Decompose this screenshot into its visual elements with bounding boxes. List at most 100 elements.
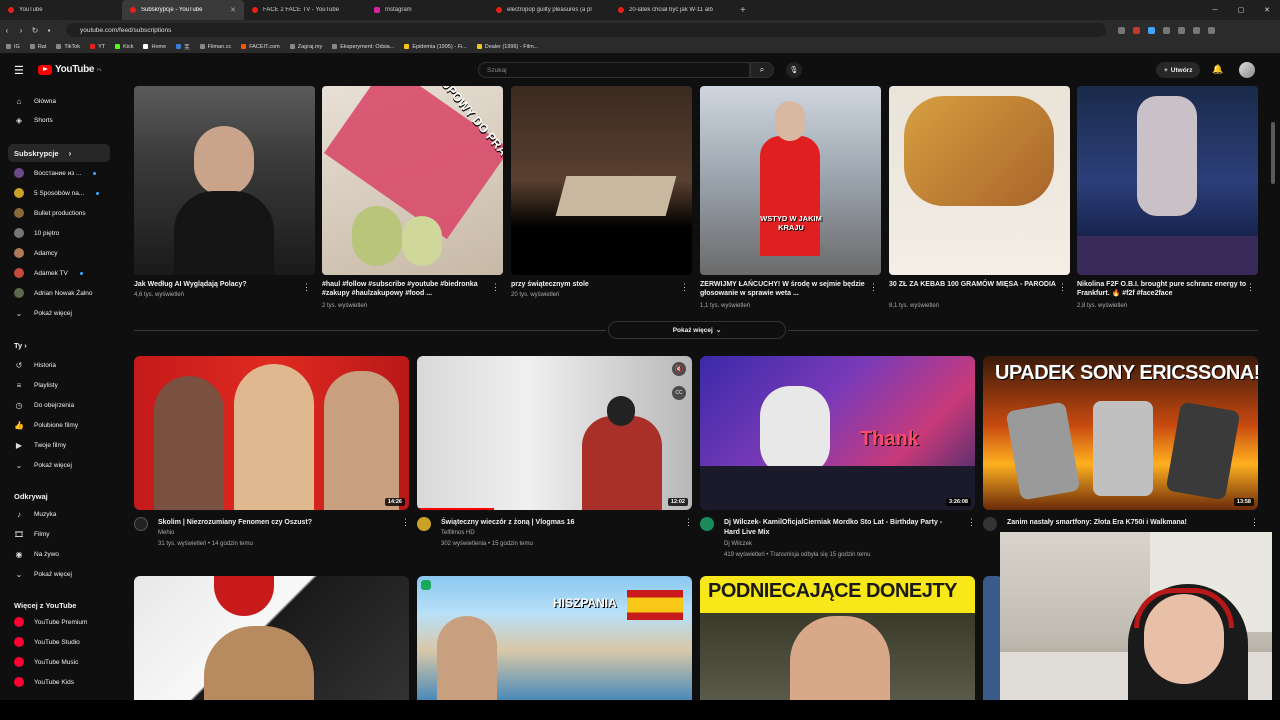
sidebar-item-premium[interactable]: YouTube Premium [8,613,110,631]
sidebar-channel[interactable]: Adrian Nowak Żalno [8,284,110,302]
bookmark[interactable]: FACEIT.com [241,44,280,50]
browser-tab[interactable]: Instagram [366,0,488,20]
short-thumbnail[interactable] [511,86,692,275]
avatar[interactable] [1239,62,1255,78]
maximize-icon[interactable]: ▢ [1228,0,1254,20]
bookmark[interactable]: TikTok [56,44,80,50]
new-tab-button[interactable]: + [732,5,754,16]
close-icon[interactable]: ✕ [230,6,236,14]
minimize-icon[interactable]: ─ [1202,0,1228,20]
more-options-icon[interactable]: ⋮ [967,517,976,528]
menu-icon[interactable]: ☰ [14,64,24,77]
short-title[interactable]: przy świątecznym stole [511,280,683,289]
sidebar-channel[interactable]: Восстание из ... [8,164,110,182]
bookmark[interactable]: 芜 [176,43,190,51]
browser-tab[interactable]: electropop guilty pleasures (a pl [488,0,610,20]
short-thumbnail[interactable] [134,86,315,275]
channel-name[interactable]: Telfilmos HD [441,530,475,536]
video-thumbnail[interactable]: 14:26 [134,356,409,510]
captions-icon[interactable]: CC [672,386,686,400]
more-options-icon[interactable]: ⋮ [684,517,693,528]
sidebar-item-subscriptions[interactable]: Subskrypcje › [8,144,110,162]
bookmark[interactable]: Rat [29,44,46,50]
short-title[interactable]: #haul #follow #subscribe #youtube #biedr… [322,280,494,298]
sidebar-item-live[interactable]: ◉ Na żywo [8,545,110,563]
extension-icon[interactable] [1148,26,1155,34]
more-options-icon[interactable]: ⋮ [491,282,500,293]
short-title[interactable]: Nikolina F2F O.B.I. brought pure schranz… [1077,280,1249,298]
download-icon[interactable] [1193,26,1200,34]
sidebar-item-studio[interactable]: YouTube Studio [8,633,110,651]
more-options-icon[interactable]: ⋮ [1058,282,1067,293]
bookmark[interactable]: Epidemia (1995) - Fi... [404,44,467,50]
url-input[interactable]: youtube.com/feed/subscriptions [66,23,1106,37]
video-thumbnail[interactable]: UPADEK SONY ERICSSONA! 13:58 [983,356,1258,510]
browser-tab-active[interactable]: Subskrypcje - YouTube ✕ [122,0,244,20]
browser-tab[interactable]: YouTube [0,0,122,20]
bookmark[interactable]: Zagraj.my [289,44,322,50]
sidebar-item-music-app[interactable]: YouTube Music [8,653,110,671]
youtube-logo[interactable]: YouTube PL [38,64,102,75]
search-input[interactable]: Szukaj [478,62,750,78]
video-thumbnail[interactable]: Thank 3:26:08 [700,356,975,510]
extension-icon[interactable] [1178,26,1185,34]
extension-icon[interactable] [1163,26,1170,34]
more-options-icon[interactable]: ⋮ [401,517,410,528]
sidebar-channel[interactable]: 10 piętro [8,224,110,242]
sidebar-item-watch-later[interactable]: ◷ Do obejrzenia [8,396,110,414]
video-thumbnail[interactable]: 🔇 CC 12:02 [417,356,692,510]
menu-icon[interactable] [1208,26,1215,34]
sidebar-item-your-videos[interactable]: ▶ Twoje filmy [8,436,110,454]
sidebar-show-more[interactable]: ⌄ Pokaż więcej [8,304,110,322]
channel-name[interactable]: Mehio [158,530,174,536]
video-thumbnail[interactable] [134,576,409,700]
short-thumbnail[interactable] [889,86,1070,275]
more-options-icon[interactable]: ⋮ [302,282,311,293]
sidebar-channel[interactable]: 5 Sposobów na... [8,184,110,202]
sidebar-item-liked[interactable]: 👍 Polubione filmy [8,416,110,434]
more-options-icon[interactable]: ⋮ [680,282,689,293]
bookmark[interactable]: YT [90,44,105,50]
sidebar-item-music[interactable]: ♪ Muzyka [8,505,110,523]
sidebar-item-movies[interactable]: 🎞 Filmy [8,525,110,543]
voice-search-button[interactable]: 🎙 [786,62,802,78]
channel-name[interactable]: Dj Wilczek [724,541,752,547]
extension-icon[interactable] [1118,26,1125,34]
sidebar-item-playlists[interactable]: ≡ Playlisty [8,376,110,394]
bookmark[interactable]: IG [6,44,20,50]
short-thumbnail[interactable] [1077,86,1258,275]
forward-icon[interactable]: › [14,26,28,35]
browser-tab[interactable]: FACE 2 FACE TV - YouTube [244,0,366,20]
more-options-icon[interactable]: ⋮ [869,282,878,293]
sidebar-channel[interactable]: Bullet productions [8,204,110,222]
video-thumbnail[interactable]: HISZPANIA [417,576,692,700]
sidebar-show-more[interactable]: ⌄ Pokaż więcej [8,456,110,474]
reload-icon[interactable]: ↻ [28,26,42,35]
sidebar-item-home[interactable]: ⌂ Główna [8,92,110,110]
video-title[interactable]: Zanim nastały smartfony: Złota Era K750i… [1007,518,1257,528]
short-title[interactable]: ZERWIJMY ŁAŃCUCHY! W środę w sejmie będz… [700,280,872,298]
sidebar-channel[interactable]: Adamcy [8,244,110,262]
browser-tab[interactable]: 20-latek chciał być jak W-11 alb [610,0,732,20]
short-title[interactable]: Jak Według AI Wyglądają Polacy? [134,280,306,289]
close-window-icon[interactable]: ✕ [1254,0,1280,20]
create-button[interactable]: + Utwórz [1156,62,1201,78]
shorts-show-more-button[interactable]: Pokaż więcej ⌄ [608,321,786,339]
bookmark[interactable]: Dealer (1996) - Film... [476,44,538,50]
short-thumbnail[interactable]: WSTYD W JAKIM KRAJU [700,86,881,275]
video-title[interactable]: Świąteczny wieczór z żoną | Vlogmas 16 [441,518,691,528]
mute-icon[interactable]: 🔇 [672,362,686,376]
video-title[interactable]: Skolim | Niezrozumiany Fenomen czy Oszus… [158,518,408,528]
bookmark[interactable]: Eksperyment: Odsia... [332,44,394,50]
video-title[interactable]: Dj Wilczek- KamilOficjalCierniak Mordko … [724,518,960,538]
bookmark-page-icon[interactable]: ▪ [42,26,56,35]
channel-avatar[interactable] [134,517,148,531]
sidebar-channel[interactable]: Adamek TV [8,264,110,282]
sidebar-item-kids[interactable]: YouTube Kids [8,673,110,691]
bookmark[interactable]: Kick [115,44,133,50]
bell-icon[interactable]: 🔔 [1212,64,1223,75]
brave-icon[interactable] [1133,26,1140,34]
search-button[interactable]: ⌕ [750,62,774,78]
sidebar-item-shorts[interactable]: ◈ Shorts [8,111,110,129]
sidebar-item-history[interactable]: ↺ Historia [8,356,110,374]
